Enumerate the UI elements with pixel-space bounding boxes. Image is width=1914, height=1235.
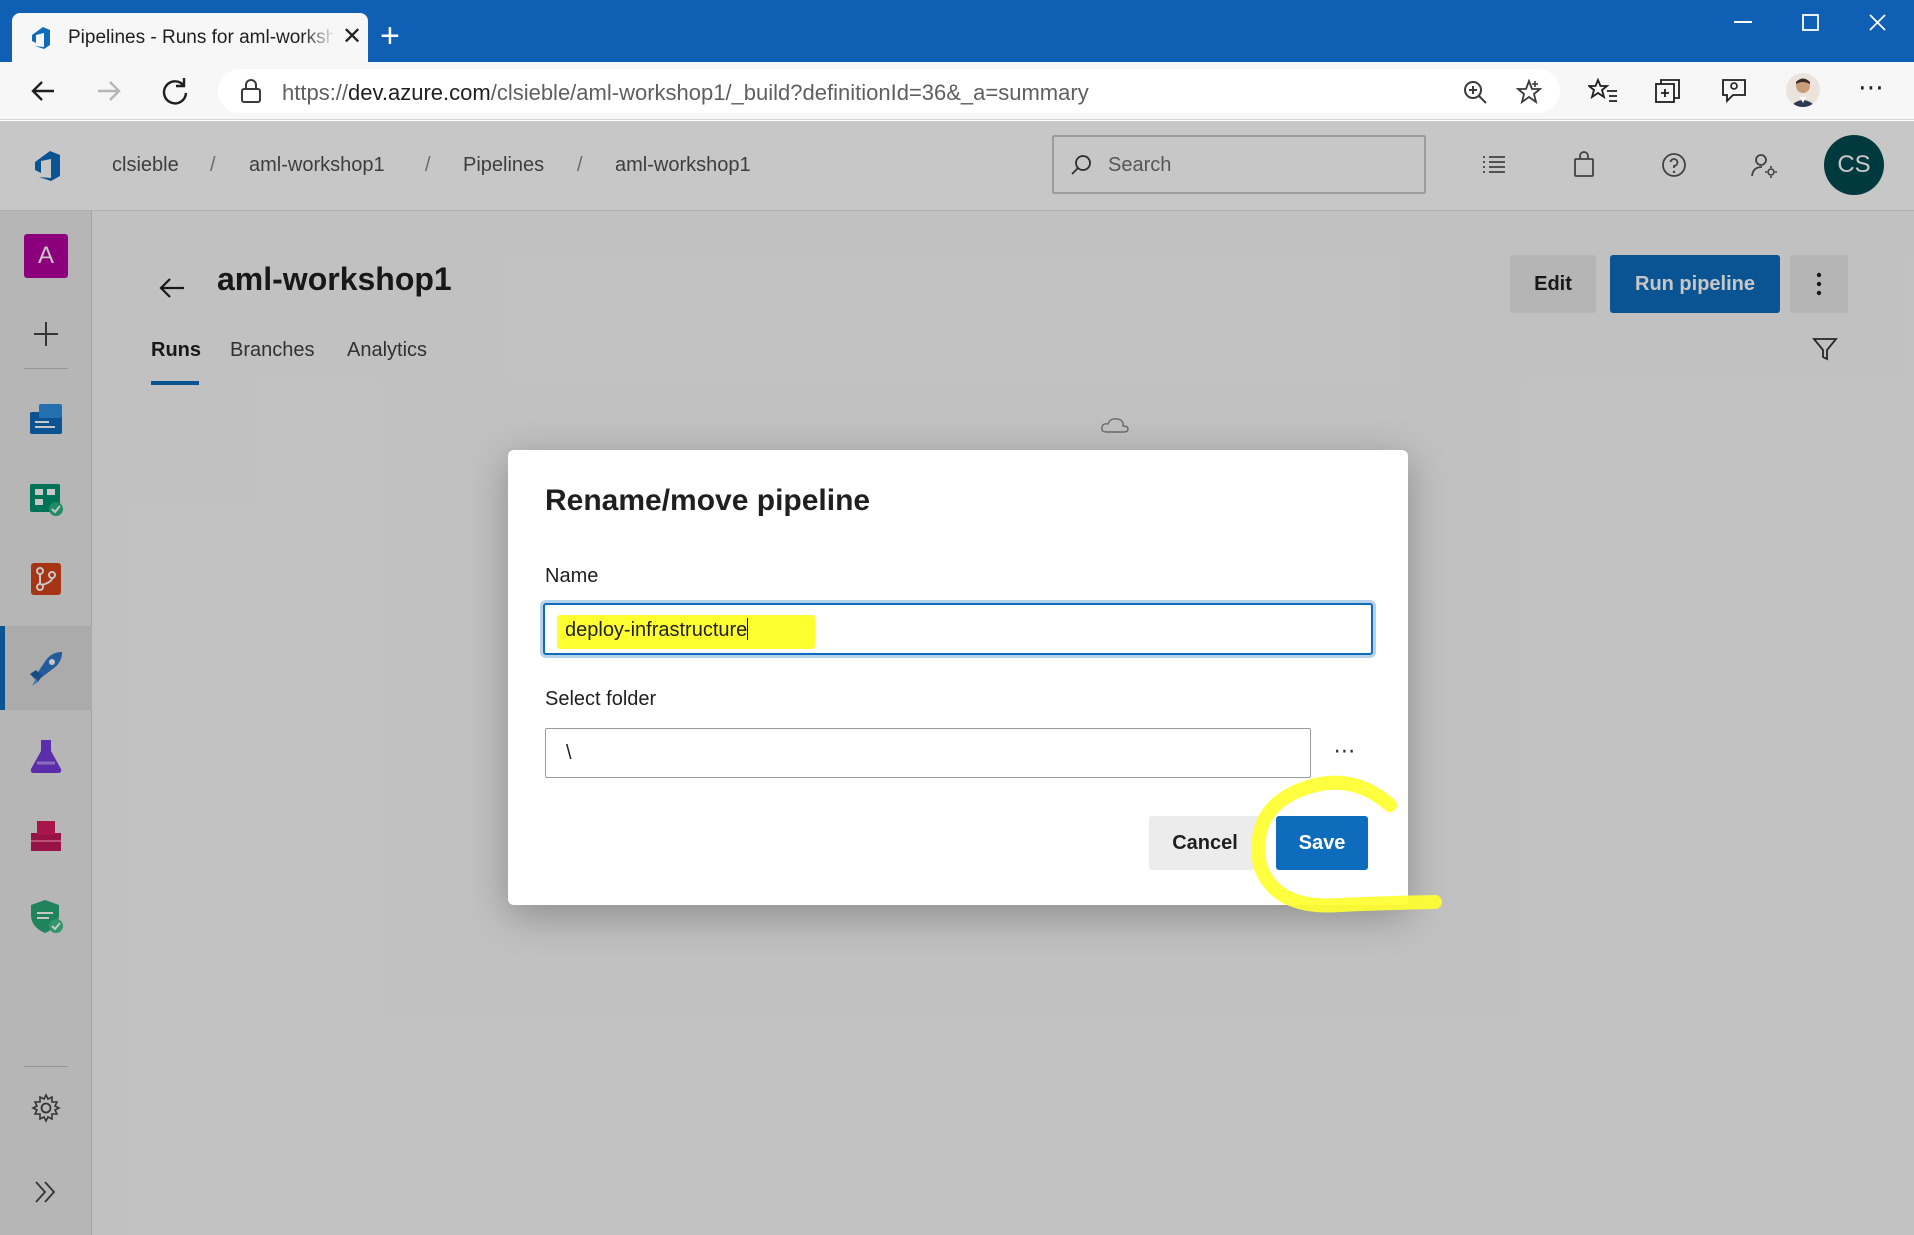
azure-devops-favicon-icon <box>32 27 50 49</box>
collections-icon[interactable] <box>1653 76 1683 106</box>
maximize-icon[interactable] <box>1802 14 1819 31</box>
pipeline-name-text: deploy-infrastructure <box>565 619 748 641</box>
folder-label: Select folder <box>545 688 657 710</box>
folder-path-value: \ <box>566 742 572 764</box>
refresh-icon[interactable] <box>158 74 192 108</box>
browser-profile-avatar[interactable] <box>1786 73 1820 107</box>
url-host: dev.azure.com <box>348 80 491 105</box>
url-path: /clsieble/aml-workshop1/_build?definitio… <box>490 80 1089 105</box>
url-protocol: https:// <box>282 80 349 105</box>
favorites-icon[interactable] <box>1588 76 1618 106</box>
rename-pipeline-dialog: Rename/move pipeline Name deploy-infrast… <box>508 450 1408 905</box>
back-icon[interactable] <box>26 74 60 108</box>
favorite-star-icon[interactable] <box>1516 79 1542 105</box>
save-button[interactable]: Save <box>1276 816 1368 870</box>
ellipsis-icon: ⋯ <box>1333 738 1357 763</box>
folder-path-input[interactable]: \ <box>545 728 1311 778</box>
browser-tab[interactable]: Pipelines - Runs for aml-workshop1 ✕ <box>12 13 368 62</box>
zoom-icon[interactable] <box>1462 79 1488 105</box>
browser-toolbar: https://dev.azure.com/clsieble/aml-works… <box>0 62 1914 120</box>
tab-title-fade <box>302 21 336 53</box>
forward-icon[interactable] <box>92 74 126 108</box>
feedback-icon[interactable] <box>1719 76 1749 106</box>
url-text: https://dev.azure.com/clsieble/aml-works… <box>282 80 1089 106</box>
cancel-button[interactable]: Cancel <box>1149 816 1261 870</box>
new-tab-icon[interactable]: + <box>380 18 400 54</box>
pipeline-name-input[interactable]: deploy-infrastructure <box>543 603 1373 655</box>
tab-title: Pipelines - Runs for aml-workshop1 <box>68 27 333 48</box>
address-bar[interactable]: https://dev.azure.com/clsieble/aml-works… <box>218 69 1560 113</box>
pipeline-name-value: deploy-infrastructure <box>565 618 749 642</box>
browser-more-icon[interactable]: ⋯ <box>1856 72 1886 102</box>
lock-icon <box>241 79 261 103</box>
window-close-icon[interactable] <box>1869 14 1886 31</box>
browse-folder-button[interactable]: ⋯ <box>1326 736 1364 766</box>
text-caret <box>747 618 749 640</box>
tab-close-icon[interactable]: ✕ <box>342 24 362 50</box>
dialog-title: Rename/move pipeline <box>545 484 871 517</box>
browser-titlebar: Pipelines - Runs for aml-workshop1 ✕ + <box>0 0 1914 62</box>
name-label: Name <box>545 565 599 587</box>
profile-photo-icon <box>1790 78 1816 107</box>
minimize-icon[interactable] <box>1734 20 1752 24</box>
